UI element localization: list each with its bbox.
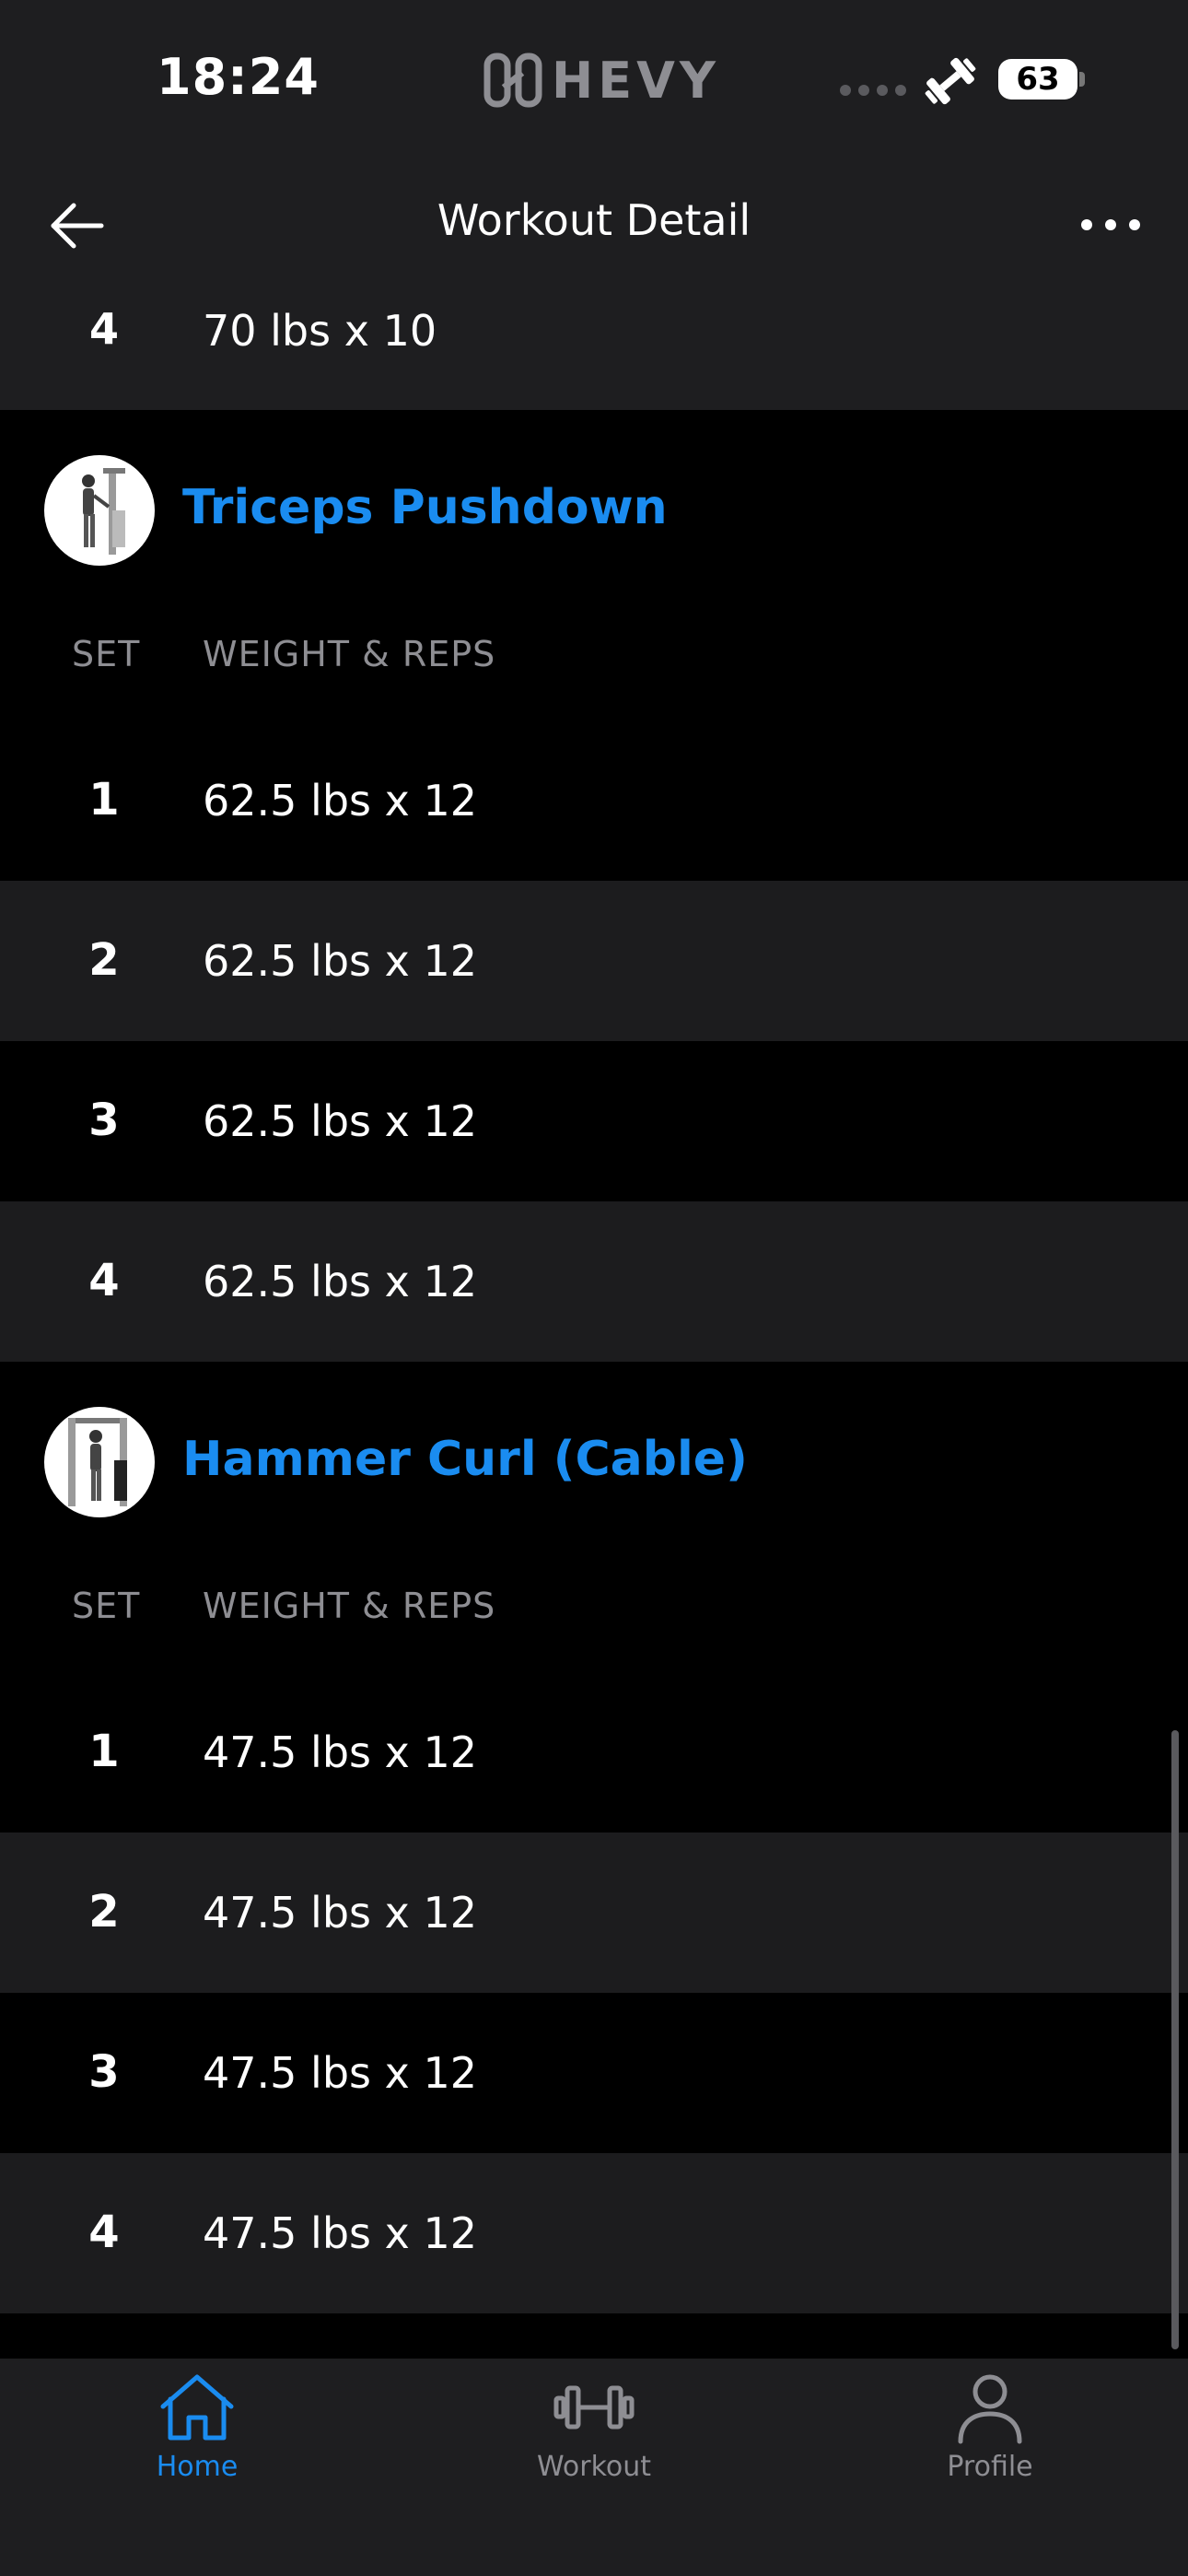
set-weight-reps: 70 lbs x 10 xyxy=(203,306,437,356)
exercise-thumbnail[interactable] xyxy=(44,455,155,566)
exercise-thumbnail[interactable] xyxy=(44,1407,155,1517)
set-row: 1 62.5 lbs x 12 xyxy=(0,720,1188,881)
set-weight-reps: 47.5 lbs x 12 xyxy=(203,2048,477,2098)
tab-label: Workout xyxy=(536,2451,652,2483)
column-header-set: SET xyxy=(72,1586,141,1626)
hevy-logo: HEVY xyxy=(483,51,720,110)
set-number: 2 xyxy=(88,1886,120,1938)
set-weight-reps: 47.5 lbs x 12 xyxy=(203,2208,477,2258)
set-number: 3 xyxy=(88,1095,120,1146)
battery-indicator: 63 xyxy=(998,59,1077,100)
tab-label: Profile xyxy=(947,2451,1033,2483)
more-options-button[interactable] xyxy=(1074,195,1147,254)
exercise-name-link[interactable]: Hammer Curl (Cable) xyxy=(182,1432,748,1487)
set-weight-reps: 62.5 lbs x 12 xyxy=(203,1096,477,1146)
workout-activity-icon xyxy=(925,57,976,105)
signal-icon xyxy=(840,85,906,96)
set-number: 3 xyxy=(88,2046,120,2098)
column-header-set: SET xyxy=(72,634,141,674)
set-weight-reps: 47.5 lbs x 12 xyxy=(203,1727,477,1777)
set-row: 3 62.5 lbs x 12 xyxy=(0,1041,1188,1201)
column-header-weight-reps: WEIGHT & REPS xyxy=(203,1586,496,1626)
exercise-illustration xyxy=(82,468,125,555)
set-number: 1 xyxy=(88,1726,120,1777)
home-icon xyxy=(160,2374,234,2441)
person-icon xyxy=(958,2374,1022,2444)
set-row: 2 62.5 lbs x 12 xyxy=(0,881,1188,1041)
battery-tip xyxy=(1079,72,1085,87)
set-number: 4 xyxy=(88,304,119,354)
tab-profile[interactable]: Profile xyxy=(889,2370,1091,2517)
set-weight-reps: 47.5 lbs x 12 xyxy=(203,1888,477,1938)
tab-home[interactable]: Home xyxy=(96,2370,298,2517)
set-row: 1 47.5 lbs x 12 xyxy=(0,1672,1188,1832)
column-header-weight-reps: WEIGHT & REPS xyxy=(203,634,496,674)
status-time: 18:24 xyxy=(157,48,320,106)
page-title: Workout Detail xyxy=(437,195,751,245)
ellipsis-icon xyxy=(1081,219,1140,230)
hevy-logo-icon xyxy=(483,53,542,108)
set-number: 2 xyxy=(88,934,120,986)
set-row: 4 47.5 lbs x 12 xyxy=(0,2153,1188,2313)
hevy-wordmark: HEVY xyxy=(552,51,720,110)
set-number: 4 xyxy=(88,1255,120,1306)
scrollbar[interactable] xyxy=(1171,1730,1179,2349)
exercise-illustration xyxy=(68,1418,127,1506)
tab-workout[interactable]: Workout xyxy=(493,2370,695,2517)
set-weight-reps: 62.5 lbs x 12 xyxy=(203,936,477,986)
tab-label: Home xyxy=(156,2451,239,2483)
set-weight-reps: 62.5 lbs x 12 xyxy=(203,1257,477,1306)
exercise-name-link[interactable]: Triceps Pushdown xyxy=(182,480,668,535)
dumbbell-icon xyxy=(553,2385,635,2430)
set-weight-reps: 62.5 lbs x 12 xyxy=(203,776,477,825)
set-row: 3 47.5 lbs x 12 xyxy=(0,1993,1188,2153)
set-number: 4 xyxy=(88,2207,120,2258)
set-number: 1 xyxy=(88,774,120,825)
set-row: 4 62.5 lbs x 12 xyxy=(0,1201,1188,1362)
set-row: 2 47.5 lbs x 12 xyxy=(0,1832,1188,1993)
